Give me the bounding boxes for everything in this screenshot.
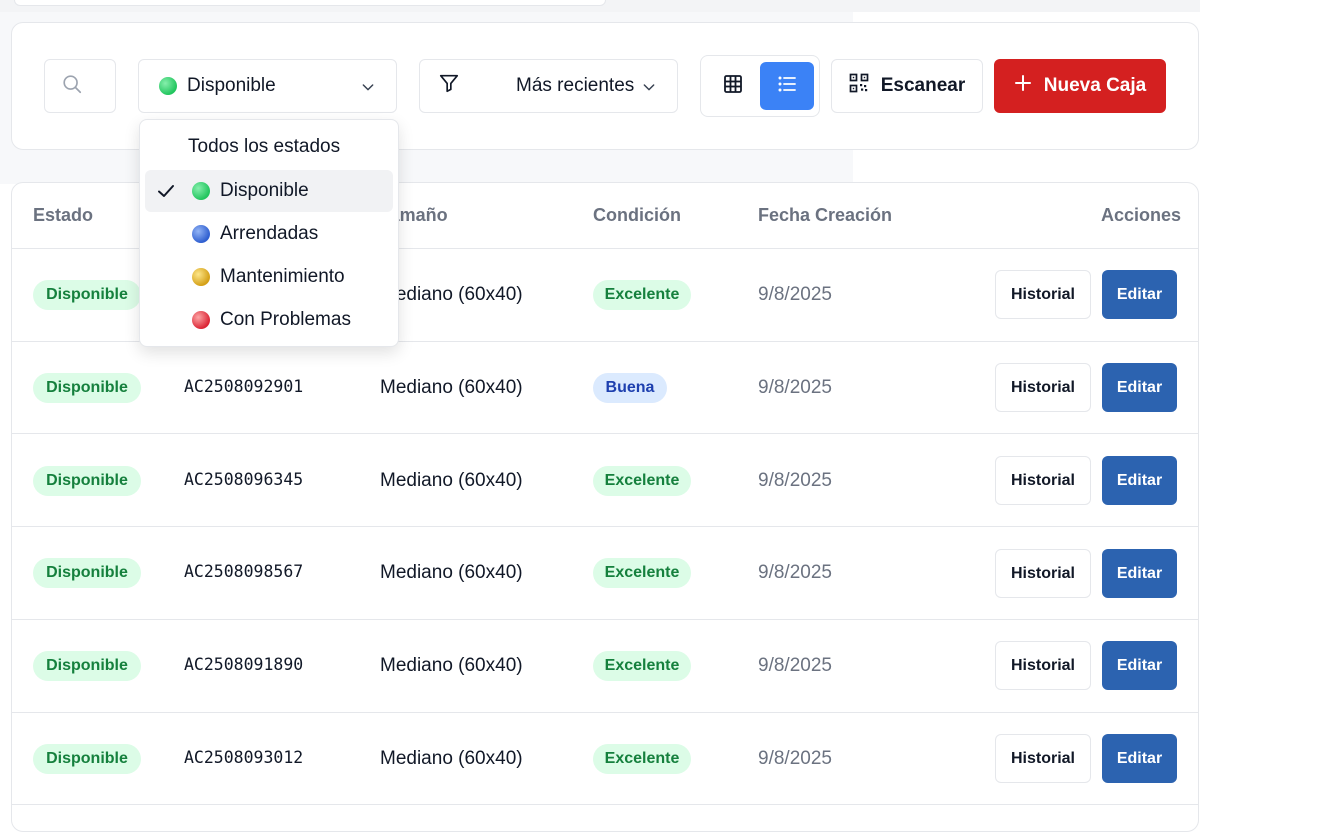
row-divider [12, 619, 1198, 620]
row-divider [12, 804, 1198, 805]
box-code: AC2508093012 [184, 748, 304, 767]
status-badge: Disponible [33, 280, 141, 310]
edit-button[interactable]: Editar [1102, 456, 1177, 505]
dropdown-option-con-problemas[interactable]: Con Problemas [145, 299, 393, 341]
status-dot-icon [192, 182, 210, 200]
search-icon [61, 73, 83, 100]
creation-date: 9/8/2025 [758, 284, 832, 305]
edit-button[interactable]: Editar [1102, 641, 1177, 690]
list-view-icon [777, 74, 797, 99]
history-button[interactable]: Historial [995, 456, 1091, 505]
edit-button[interactable]: Editar [1102, 734, 1177, 783]
creation-date: 9/8/2025 [758, 377, 832, 398]
box-size: Mediano (60x40) [380, 562, 523, 583]
dropdown-option-all[interactable]: Todos los estados [145, 126, 393, 168]
dropdown-option-mantenimiento[interactable]: Mantenimiento [145, 256, 393, 298]
condition-badge: Excelente [593, 466, 691, 496]
scan-button-label: Escanear [880, 75, 966, 96]
edit-button[interactable]: Editar [1102, 549, 1177, 598]
column-header-fecha[interactable]: Fecha Creación [758, 205, 892, 226]
grid-view-button[interactable] [706, 62, 760, 110]
status-badge: Disponible [33, 466, 141, 496]
dropdown-option-label: Disponible [220, 180, 309, 201]
box-code: AC2508092901 [184, 377, 304, 396]
chevron-down-icon [360, 79, 376, 101]
condition-badge: Buena [593, 373, 667, 403]
dropdown-option-disponible[interactable]: Disponible [145, 170, 393, 212]
status-filter-value: Disponible [187, 75, 276, 96]
creation-date: 9/8/2025 [758, 562, 832, 583]
box-code: AC2508096345 [184, 470, 304, 489]
plus-icon [1014, 74, 1032, 98]
status-dot-icon [192, 225, 210, 243]
column-header-condicion[interactable]: Condición [593, 205, 681, 226]
dropdown-option-label: Mantenimiento [220, 266, 345, 287]
status-dot-icon [159, 77, 177, 95]
history-button[interactable]: Historial [995, 549, 1091, 598]
status-dropdown-menu: Todos los estados Disponible Arrendadas … [139, 119, 399, 347]
list-view-button[interactable] [760, 62, 814, 110]
status-badge: Disponible [33, 744, 141, 774]
history-button[interactable]: Historial [995, 734, 1091, 783]
condition-badge: Excelente [593, 558, 691, 588]
dropdown-option-label: Arrendadas [220, 223, 319, 244]
box-size: Mediano (60x40) [380, 284, 523, 305]
box-size: Mediano (60x40) [380, 377, 523, 398]
status-dot-icon [192, 311, 210, 329]
view-toggle [700, 55, 820, 117]
filter-icon [438, 72, 460, 100]
top-card [14, 0, 606, 6]
history-button[interactable]: Historial [995, 641, 1091, 690]
condition-badge: Excelente [593, 280, 691, 310]
sort-select[interactable]: Más recientes [419, 59, 678, 113]
qr-code-icon [849, 73, 869, 99]
new-box-button-label: Nueva Caja [1043, 75, 1147, 96]
history-button[interactable]: Historial [995, 270, 1091, 319]
row-divider [12, 433, 1198, 434]
status-badge: Disponible [33, 373, 141, 403]
status-filter-select[interactable]: Disponible [138, 59, 397, 113]
row-divider [12, 712, 1198, 713]
box-size: Mediano (60x40) [380, 748, 523, 769]
dropdown-option-arrendadas[interactable]: Arrendadas [145, 213, 393, 255]
box-code: AC2508091890 [184, 655, 304, 674]
creation-date: 9/8/2025 [758, 655, 832, 676]
status-badge: Disponible [33, 558, 141, 588]
new-box-button[interactable]: Nueva Caja [994, 59, 1166, 113]
edit-button[interactable]: Editar [1102, 270, 1177, 319]
row-divider [12, 526, 1198, 527]
chevron-down-icon [641, 79, 657, 101]
dropdown-option-label: Con Problemas [220, 309, 351, 330]
history-button[interactable]: Historial [995, 363, 1091, 412]
status-badge: Disponible [33, 651, 141, 681]
grid-view-icon [723, 74, 743, 99]
creation-date: 9/8/2025 [758, 470, 832, 491]
box-size: Mediano (60x40) [380, 655, 523, 676]
box-code: AC2508098567 [184, 562, 304, 581]
condition-badge: Excelente [593, 651, 691, 681]
box-size: Mediano (60x40) [380, 470, 523, 491]
edit-button[interactable]: Editar [1102, 363, 1177, 412]
status-dot-icon [192, 268, 210, 286]
sort-value: Más recientes [516, 75, 635, 96]
column-header-acciones: Acciones [1101, 205, 1182, 225]
column-header-estado[interactable]: Estado [33, 205, 93, 226]
condition-badge: Excelente [593, 744, 691, 774]
creation-date: 9/8/2025 [758, 748, 832, 769]
scan-button[interactable]: Escanear [831, 59, 983, 113]
check-icon [156, 181, 176, 207]
search-input[interactable] [44, 59, 116, 113]
